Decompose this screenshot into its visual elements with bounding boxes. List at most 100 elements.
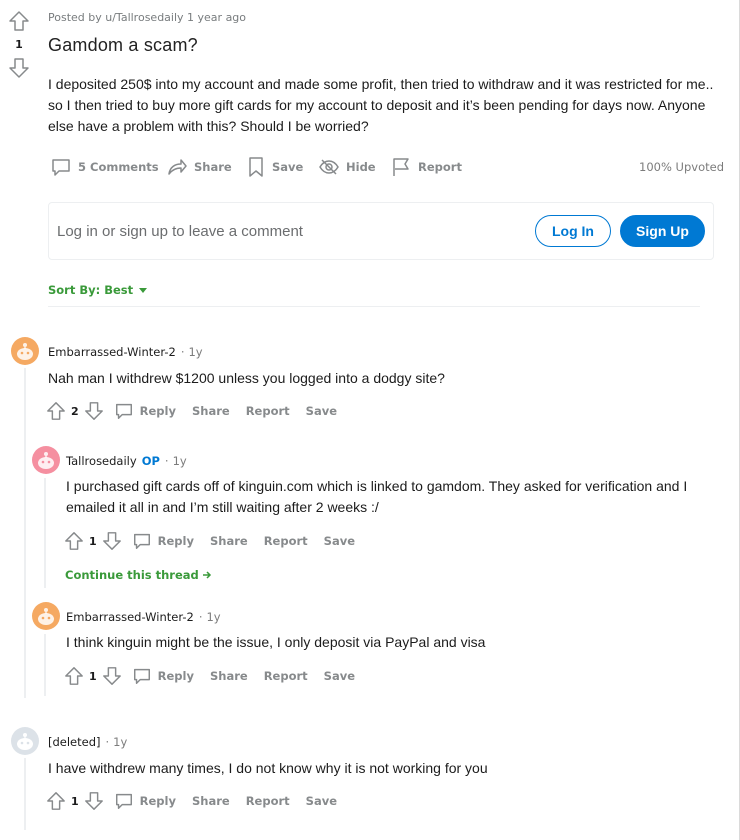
meta-separator: · (198, 610, 203, 624)
post-title: Gamdom a scam? (48, 35, 198, 55)
report-icon (393, 158, 409, 176)
divider (48, 306, 700, 307)
save-icon (249, 157, 263, 177)
comment-actions: 2 Reply Share Report Save (46, 400, 337, 422)
reply-icon (115, 403, 132, 419)
meta-separator: · (164, 454, 169, 468)
comment-meta: Embarrassed-Winter-2 · 1y (66, 610, 221, 624)
share-button[interactable]: Share (210, 534, 248, 548)
comment-author: [deleted] (48, 735, 101, 749)
snoo-avatar-icon (38, 452, 54, 469)
comment-time[interactable]: 1y (113, 735, 127, 749)
comment-time[interactable]: 1y (206, 610, 220, 624)
downvote-icon[interactable] (102, 666, 122, 686)
comment-author[interactable]: Embarrassed-Winter-2 (66, 610, 194, 624)
hide-button[interactable]: Hide (318, 154, 376, 180)
comment-body: I purchased gift cards off of kinguin.co… (66, 478, 688, 515)
save-button[interactable]: Save (324, 669, 355, 683)
avatar[interactable] (32, 446, 60, 474)
sort-dropdown[interactable]: Sort By: Best (48, 283, 148, 297)
comment-body: Nah man I withdrew $1200 unless you logg… (48, 370, 445, 386)
reply-icon (133, 668, 150, 684)
comment-login-box: Log in or sign up to leave a comment Log… (48, 202, 714, 260)
reply-icon (133, 533, 150, 549)
avatar[interactable] (32, 602, 60, 630)
comment-meta: Tallrosedaily OP · 1y (66, 454, 187, 468)
downvote-icon[interactable] (84, 401, 104, 421)
comment-time[interactable]: 1y (173, 454, 187, 468)
comment-author[interactable]: Tallrosedaily (66, 454, 137, 468)
report-button[interactable]: Report (264, 669, 308, 683)
continue-thread-link[interactable]: Continue this thread (65, 568, 212, 582)
report-button[interactable]: Report (264, 534, 308, 548)
downvote-icon[interactable] (102, 531, 122, 551)
report-button[interactable]: Report (246, 794, 290, 808)
reply-label: Reply (139, 794, 176, 808)
thread-line[interactable] (44, 634, 46, 696)
report-label: Report (418, 160, 462, 174)
thread-line[interactable] (44, 478, 46, 588)
comment-actions: 1 Reply Share Report Save (46, 790, 337, 812)
comment-login-prompt: Log in or sign up to leave a comment (57, 223, 303, 240)
comment-meta: Embarrassed-Winter-2 · 1y (48, 345, 203, 359)
post-page: 1 Posted by u/Tallrosedaily 1 year ago G… (0, 0, 740, 840)
avatar (11, 727, 39, 755)
upvote-ratio: 100% Upvoted (639, 160, 724, 174)
upvote-icon[interactable] (46, 791, 66, 811)
comment-icon (52, 159, 70, 176)
save-button[interactable]: Save (306, 794, 337, 808)
reply-label: Reply (157, 534, 194, 548)
thread-line[interactable] (24, 758, 26, 830)
share-button[interactable]: Share (210, 669, 248, 683)
reply-button[interactable]: Reply (114, 401, 176, 421)
save-button[interactable]: Save (324, 534, 355, 548)
report-button[interactable]: Report (390, 154, 462, 180)
upvote-icon[interactable] (8, 10, 30, 32)
share-button[interactable]: Share (192, 404, 230, 418)
hide-label: Hide (346, 160, 376, 174)
comment-score: 1 (71, 794, 79, 808)
downvote-icon[interactable] (84, 791, 104, 811)
save-label: Save (272, 160, 304, 174)
share-icon (168, 159, 187, 175)
post-body: I deposited 250$ into my account and mad… (48, 76, 714, 134)
hide-icon (319, 159, 339, 175)
comment-score: 1 (89, 669, 97, 683)
signup-button[interactable]: Sign Up (620, 215, 705, 247)
comment-body: I think kinguin might be the issue, I on… (66, 634, 486, 650)
upvote-icon[interactable] (64, 666, 84, 686)
downvote-icon[interactable] (8, 57, 30, 79)
upvote-icon[interactable] (46, 401, 66, 421)
meta-separator: · (105, 735, 110, 749)
reply-icon (115, 793, 132, 809)
avatar[interactable] (11, 337, 39, 365)
reply-button[interactable]: Reply (114, 791, 176, 811)
post-actions: 5 Comments Share Save Hide Report 100% U… (48, 154, 724, 180)
snoo-avatar-icon (38, 608, 54, 625)
continue-thread-label: Continue this thread (65, 568, 199, 582)
comment-author[interactable]: Embarrassed-Winter-2 (48, 345, 176, 359)
comment-actions: 1 Reply Share Report Save (64, 530, 355, 552)
comments-button[interactable]: 5 Comments (50, 154, 159, 180)
save-button[interactable]: Save (246, 154, 303, 180)
share-button[interactable]: Share (192, 794, 230, 808)
reply-button[interactable]: Reply (132, 666, 194, 686)
comment-time[interactable]: 1y (188, 345, 202, 359)
arrow-right-icon (202, 571, 211, 579)
login-button[interactable]: Log In (535, 215, 611, 247)
post-vote-column: 1 (8, 10, 30, 79)
comment-body: I have withdrew many times, I do not kno… (48, 760, 488, 776)
reply-button[interactable]: Reply (132, 531, 194, 551)
report-button[interactable]: Report (246, 404, 290, 418)
thread-line[interactable] (24, 368, 26, 698)
snoo-avatar-icon (17, 733, 33, 750)
comment-score: 2 (71, 404, 79, 418)
share-button[interactable]: Share (166, 154, 232, 180)
comment-score: 1 (89, 534, 97, 548)
meta-separator: · (180, 345, 185, 359)
post-score: 1 (15, 38, 23, 51)
upvote-icon[interactable] (64, 531, 84, 551)
post-meta: Posted by u/Tallrosedaily 1 year ago (48, 11, 247, 24)
snoo-avatar-icon (17, 343, 33, 360)
save-button[interactable]: Save (306, 404, 337, 418)
